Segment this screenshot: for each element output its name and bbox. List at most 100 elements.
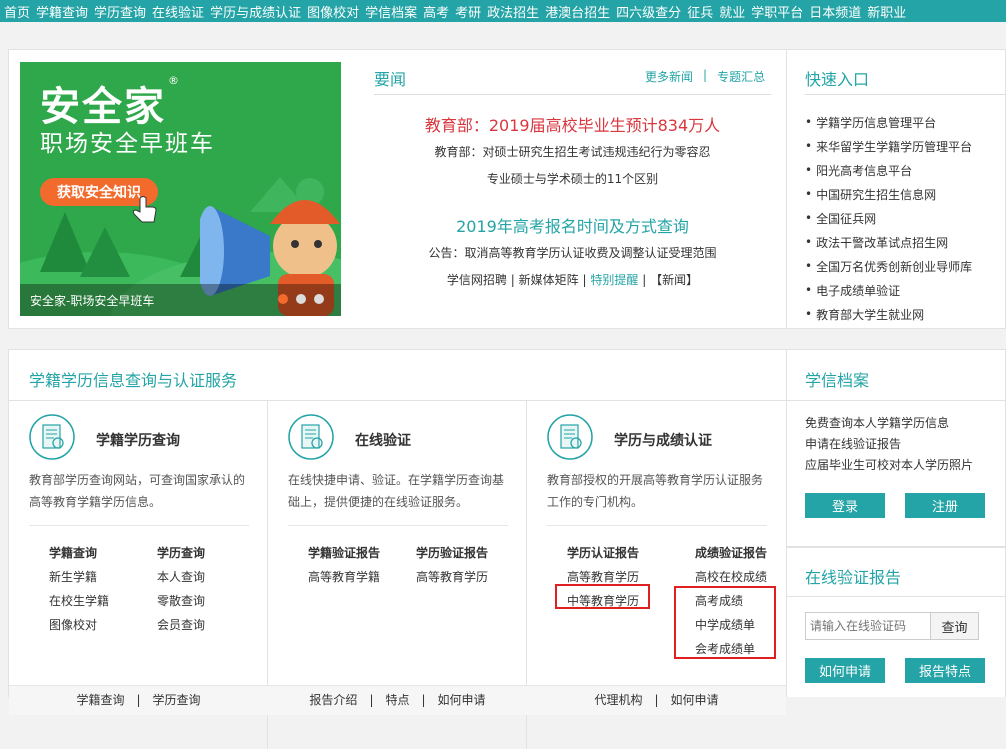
service-col-2: 学历验证报告 高等教育学历 bbox=[416, 541, 488, 589]
news-title: 要闻 bbox=[374, 70, 407, 89]
quick-entry-item[interactable]: • 学籍学历信息管理平台 bbox=[805, 110, 972, 134]
footer-link[interactable]: 学籍查询 bbox=[76, 693, 124, 707]
verify-query-button[interactable]: 查询 bbox=[931, 612, 979, 640]
nav-link[interactable]: 港澳台招生 bbox=[545, 2, 610, 21]
nav-link[interactable]: 学职平台 bbox=[751, 2, 803, 21]
service-link[interactable]: 本人查询 bbox=[157, 565, 205, 589]
separator: | bbox=[654, 693, 659, 707]
quick-entry-item[interactable]: • 教育部大学生就业网 bbox=[805, 302, 972, 326]
headline-2[interactable]: 2019年高考报名时间及方式查询 bbox=[374, 213, 771, 237]
separator: | bbox=[510, 273, 515, 287]
service-link[interactable]: 高等教育学籍 bbox=[308, 565, 380, 589]
service-col-head: 学历验证报告 bbox=[416, 546, 489, 560]
archive-item[interactable]: 免费查询本人学籍学历信息 bbox=[805, 414, 973, 435]
more-news-link[interactable]: 更多新闻 bbox=[645, 68, 693, 85]
archive-title: 学信档案 bbox=[805, 371, 870, 390]
verify-title: 在线验证报告 bbox=[805, 568, 902, 587]
nav-link[interactable]: 在线验证 bbox=[152, 2, 204, 21]
media-link[interactable]: 新媒体矩阵 bbox=[519, 273, 579, 287]
nav-link[interactable]: 征兵 bbox=[687, 2, 713, 21]
service-link[interactable]: 新生学籍 bbox=[49, 565, 109, 589]
special-notice-link[interactable]: 特别提醒 bbox=[590, 273, 638, 287]
report-features-button[interactable]: 报告特点 bbox=[905, 658, 985, 683]
footer-link[interactable]: 代理机构 bbox=[594, 693, 642, 707]
quick-entry-title: 快速入口 bbox=[805, 70, 870, 89]
nav-link[interactable]: 就业 bbox=[719, 2, 745, 21]
topics-link[interactable]: 专题汇总 bbox=[717, 68, 765, 85]
service-card-footer-links: 报告介绍 | 特点 | 如何申请 bbox=[268, 691, 527, 708]
bullet-icon: • bbox=[805, 283, 813, 297]
footer-link[interactable]: 如何申请 bbox=[438, 693, 486, 707]
service-card-title[interactable]: 在线验证 bbox=[355, 430, 411, 450]
nav-link[interactable]: 首页 bbox=[4, 2, 30, 21]
nav-link[interactable]: 学信档案 bbox=[365, 2, 417, 21]
quick-entry-item[interactable]: • 来华留学生学籍学历管理平台 bbox=[805, 134, 972, 158]
bullet-icon: • bbox=[805, 235, 813, 249]
quick-entry-label: 全国万名优秀创新创业导师库 bbox=[816, 259, 973, 274]
services-title: 学籍学历信息查询与认证服务 bbox=[29, 371, 238, 390]
verify-code-input[interactable] bbox=[805, 612, 931, 640]
quick-entry-item[interactable]: • 政法干警改革试点招生网 bbox=[805, 230, 972, 254]
quick-entry-label: 政法干警改革试点招生网 bbox=[816, 235, 949, 250]
quick-entry-list: • 学籍学历信息管理平台 • 来华留学生学籍学历管理平台 • 阳光高考信息平台 • 中国研究生… bbox=[805, 110, 972, 326]
archive-item[interactable]: 申请在线验证报告 bbox=[805, 435, 973, 456]
service-card-desc: 教育部授权的开展高等教育学历认证服务工作的专门机构。 bbox=[547, 473, 764, 509]
footer-link[interactable]: 特点 bbox=[385, 693, 409, 707]
quick-entry-item[interactable]: • 阳光高考信息平台 bbox=[805, 158, 972, 182]
footer-link[interactable]: 学历查询 bbox=[153, 693, 201, 707]
carousel-dot[interactable] bbox=[314, 294, 324, 304]
separator: | bbox=[582, 273, 587, 287]
footer-link[interactable]: 如何申请 bbox=[671, 693, 719, 707]
nav-link[interactable]: 考研 bbox=[455, 2, 481, 21]
quick-entry-item[interactable]: • 全国征兵网 bbox=[805, 206, 972, 230]
service-col-1: 学籍查询 新生学籍 在校生学籍 图像校对 bbox=[49, 541, 109, 637]
news-item[interactable]: 教育部：对硕士研究生招生考试违规违纪行为零容忍 bbox=[374, 143, 771, 160]
nav-link[interactable]: 日本频道 bbox=[809, 2, 861, 21]
bullet-icon: • bbox=[805, 163, 813, 177]
archive-item[interactable]: 应届毕业生可校对本人学历照片 bbox=[805, 456, 973, 477]
nav-link[interactable]: 四六级查分 bbox=[616, 2, 681, 21]
news-panel: 安全家 ® 职场安全早班车 获取安全知识 安全家-职场安全早班车 要闻 更多新闻… bbox=[8, 49, 787, 329]
register-button[interactable]: 注册 bbox=[905, 493, 985, 518]
login-button[interactable]: 登录 bbox=[805, 493, 885, 518]
headline-1[interactable]: 教育部：2019届高校毕业生预计834万人 bbox=[374, 112, 771, 136]
carousel-dot-active[interactable] bbox=[278, 294, 288, 304]
news-link[interactable]: 【新闻】 bbox=[650, 273, 698, 287]
nav-link[interactable]: 高考 bbox=[423, 2, 449, 21]
service-card-divider bbox=[288, 525, 508, 526]
nav-link[interactable]: 学历查询 bbox=[94, 2, 146, 21]
quick-entry-item[interactable]: • 中国研究生招生信息网 bbox=[805, 182, 972, 206]
nav-link[interactable]: 政法招生 bbox=[487, 2, 539, 21]
bullet-icon: • bbox=[805, 259, 813, 273]
recruit-link[interactable]: 学信网招聘 bbox=[447, 273, 507, 287]
highlight-box-secondary-education bbox=[555, 584, 650, 609]
service-link[interactable]: 会员查询 bbox=[157, 613, 205, 637]
service-link[interactable]: 图像校对 bbox=[49, 613, 109, 637]
registered-mark: ® bbox=[168, 74, 179, 87]
carousel-dot[interactable] bbox=[296, 294, 306, 304]
news-divider bbox=[374, 94, 771, 95]
quick-entry-label: 阳光高考信息平台 bbox=[816, 163, 913, 178]
service-card-footer-links: 代理机构 | 如何申请 bbox=[527, 691, 786, 708]
footer-link[interactable]: 报告介绍 bbox=[309, 693, 357, 707]
service-link[interactable]: 高等教育学历 bbox=[416, 565, 488, 589]
service-col-head: 学籍验证报告 bbox=[308, 546, 381, 560]
nav-link[interactable]: 学历与成绩认证 bbox=[210, 2, 301, 21]
nav-link[interactable]: 新职业 bbox=[867, 2, 906, 21]
banner[interactable]: 安全家 ® 职场安全早班车 获取安全知识 安全家-职场安全早班车 bbox=[20, 62, 341, 316]
service-link[interactable]: 零散查询 bbox=[157, 589, 205, 613]
quick-entry-item[interactable]: • 全国万名优秀创新创业导师库 bbox=[805, 254, 972, 278]
service-col-head: 成绩验证报告 bbox=[695, 546, 768, 560]
quick-entry-item[interactable]: • 电子成绩单验证 bbox=[805, 278, 972, 302]
news-item[interactable]: 专业硕士与学术硕士的11个区别 bbox=[374, 170, 771, 187]
service-card-title[interactable]: 学历与成绩认证 bbox=[614, 430, 712, 450]
bullet-icon: • bbox=[805, 211, 813, 225]
nav-link[interactable]: 学籍查询 bbox=[36, 2, 88, 21]
news-item[interactable]: 公告：取消高等教育学历认证收费及调整认证受理范围 bbox=[374, 244, 771, 261]
service-col-head: 学籍查询 bbox=[49, 546, 98, 560]
service-link[interactable]: 在校生学籍 bbox=[49, 589, 109, 613]
nav-link[interactable]: 图像校对 bbox=[307, 2, 359, 21]
service-card-title[interactable]: 学籍学历查询 bbox=[96, 430, 180, 450]
how-to-apply-button[interactable]: 如何申请 bbox=[805, 658, 885, 683]
quick-entry-panel: 快速入口 • 学籍学历信息管理平台 • 来华留学生学籍学历管理平台 • 阳光高考信息平台 •… bbox=[787, 49, 1006, 329]
